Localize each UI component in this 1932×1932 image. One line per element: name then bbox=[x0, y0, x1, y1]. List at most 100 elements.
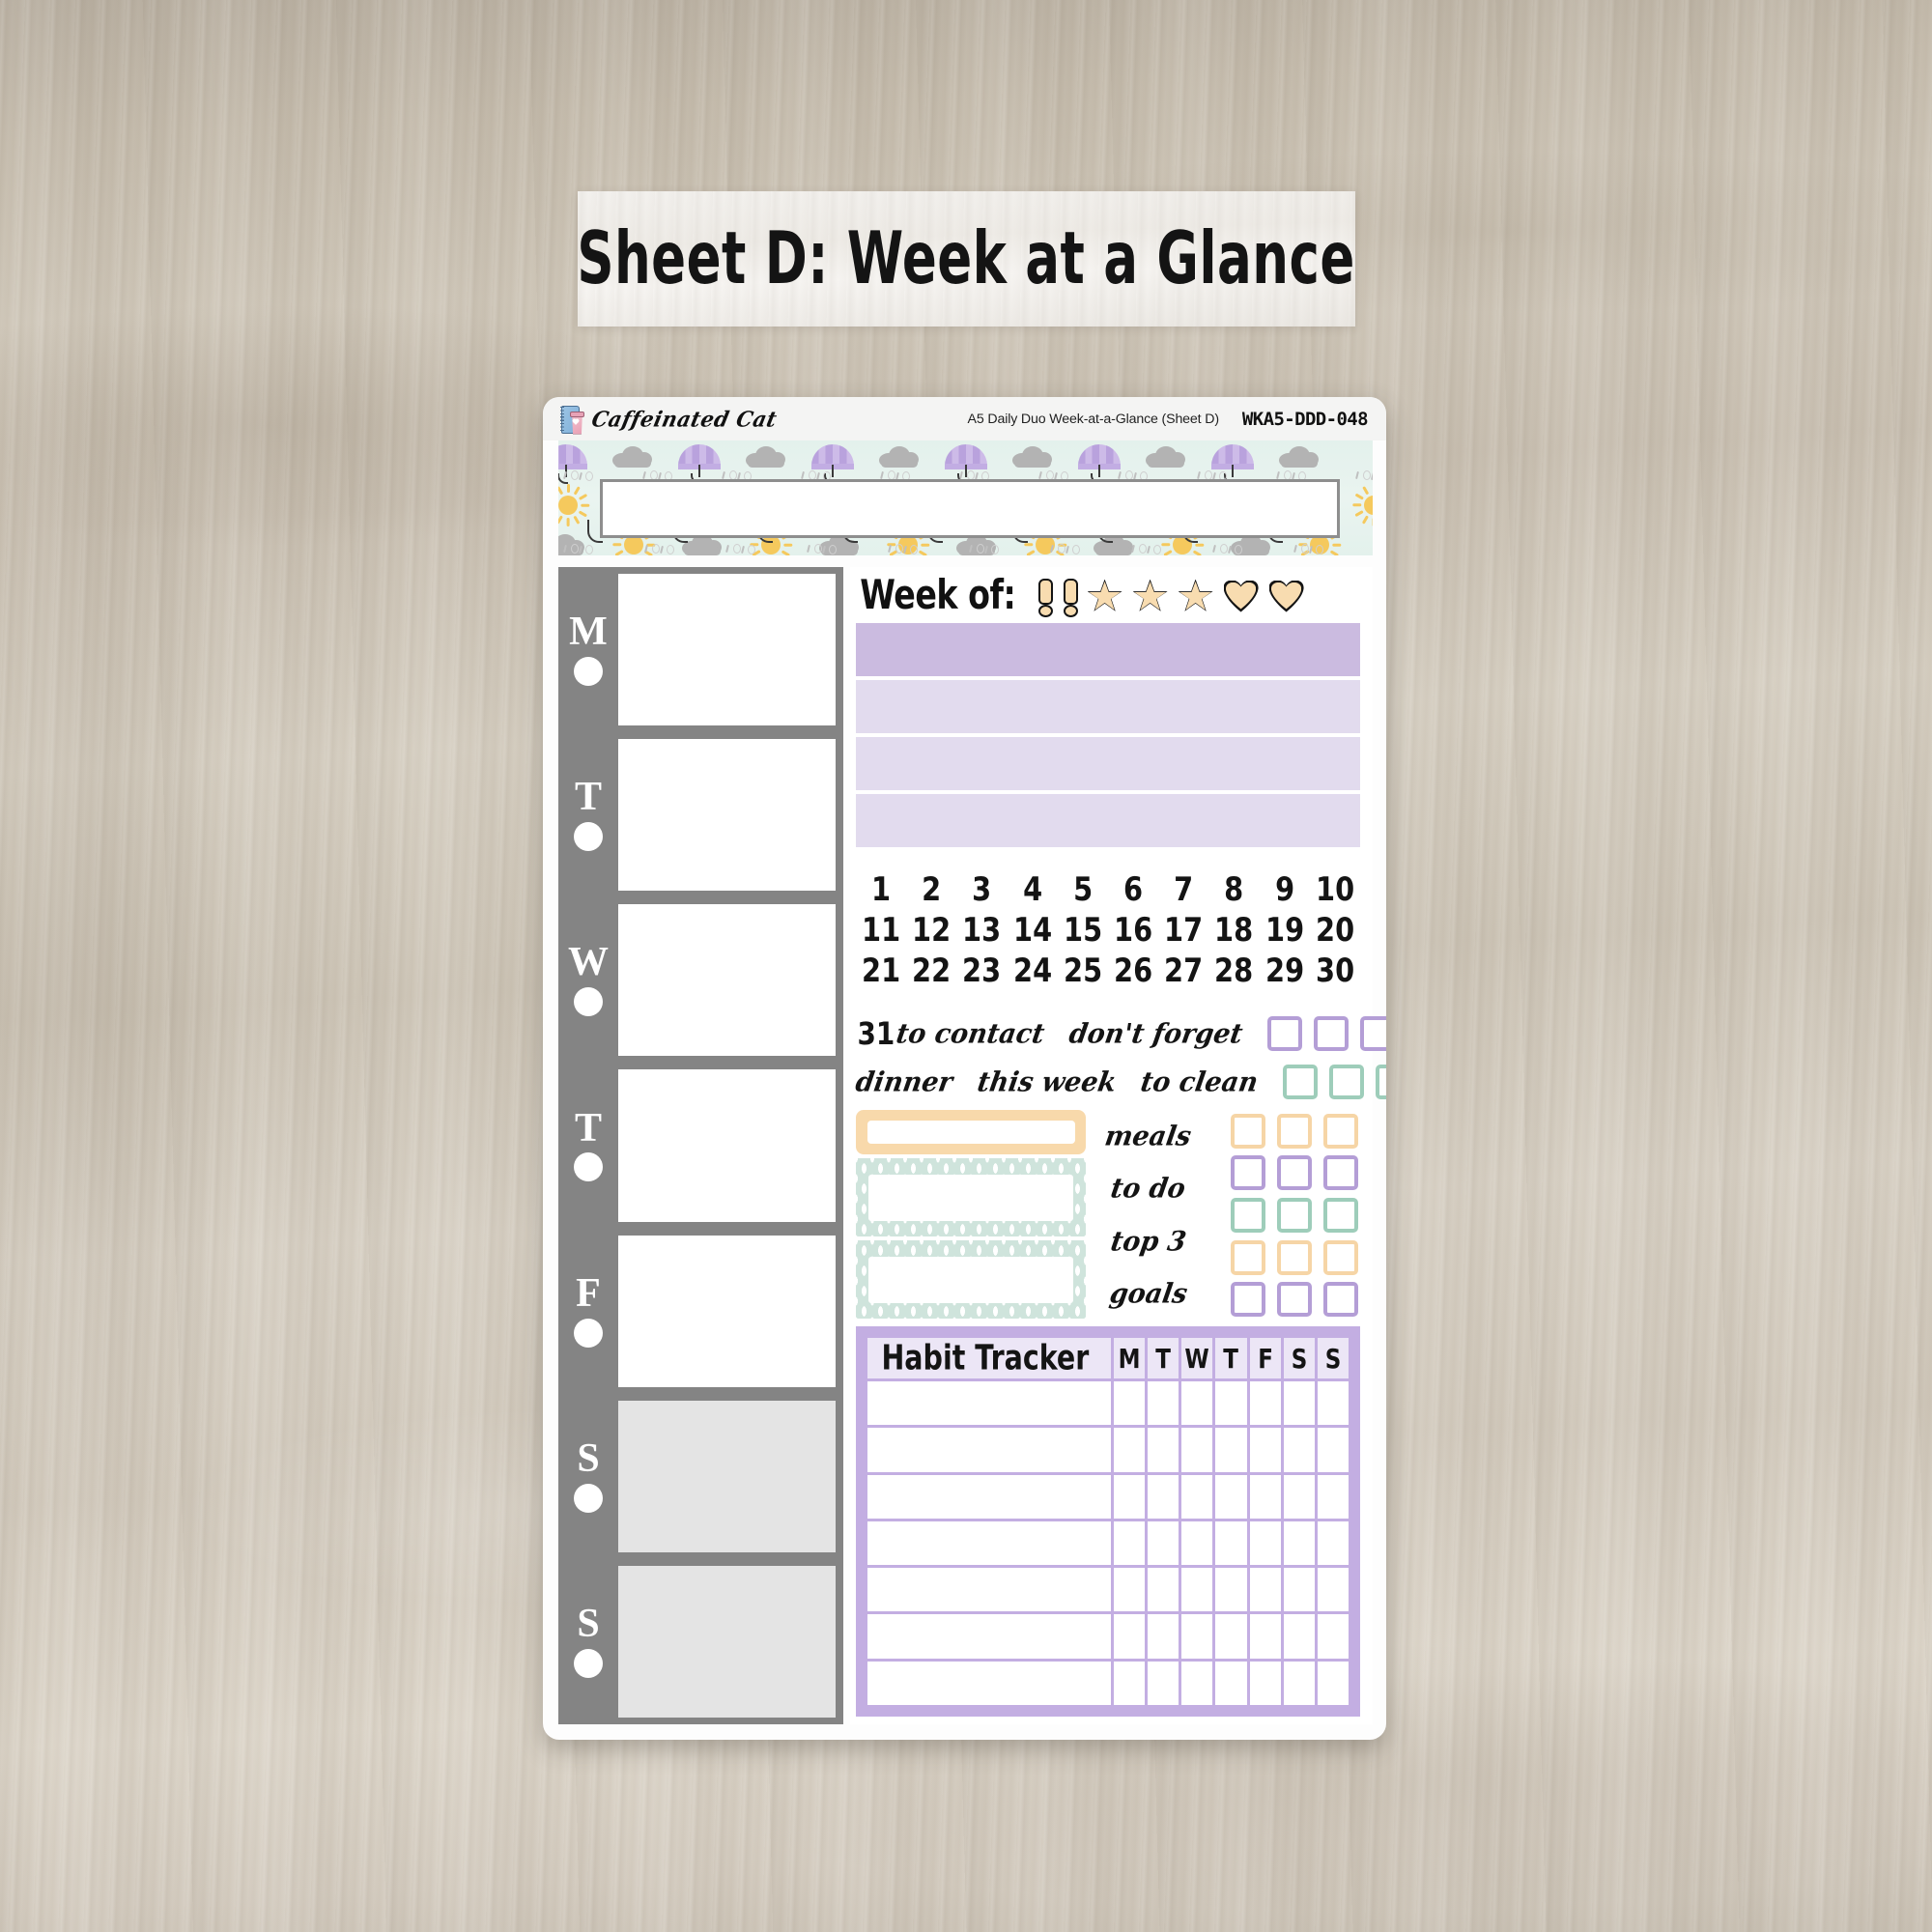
habit-name-cell[interactable] bbox=[867, 1661, 1111, 1705]
date-sticker[interactable]: 15 bbox=[1060, 912, 1107, 950]
text-label-sticker[interactable]: don't forget bbox=[1066, 1018, 1244, 1049]
heart-icon[interactable] bbox=[1269, 581, 1304, 612]
checkbox-sticker[interactable] bbox=[1231, 1282, 1265, 1318]
habit-check-cell[interactable] bbox=[1215, 1474, 1247, 1519]
checkbox-sticker[interactable] bbox=[1231, 1155, 1265, 1191]
date-sticker[interactable]: 22 bbox=[908, 952, 955, 990]
day-dot-sticker[interactable] bbox=[574, 987, 603, 1017]
habit-check-cell[interactable] bbox=[1215, 1428, 1247, 1472]
text-label-sticker[interactable]: goals bbox=[1107, 1279, 1189, 1310]
day-note-sticker[interactable] bbox=[618, 1565, 836, 1718]
habit-check-cell[interactable] bbox=[1148, 1614, 1179, 1659]
checkbox-sticker[interactable] bbox=[1231, 1197, 1265, 1233]
habit-check-cell[interactable] bbox=[1148, 1568, 1179, 1612]
checkbox-sticker[interactable] bbox=[1328, 1065, 1364, 1099]
checkbox-sticker[interactable] bbox=[1323, 1113, 1358, 1149]
date-sticker[interactable]: 14 bbox=[1009, 912, 1056, 950]
habit-check-cell[interactable] bbox=[1249, 1474, 1281, 1519]
star-icon[interactable] bbox=[1133, 580, 1168, 613]
week-of-bar-sticker[interactable] bbox=[856, 680, 1360, 733]
habit-name-cell[interactable] bbox=[867, 1428, 1111, 1472]
habit-name-cell[interactable] bbox=[867, 1520, 1111, 1566]
mint-note-sticker-2[interactable] bbox=[856, 1240, 1086, 1319]
text-label-sticker[interactable]: to do bbox=[1109, 1174, 1188, 1205]
date-sticker[interactable]: 1 bbox=[858, 871, 905, 909]
habit-check-cell[interactable] bbox=[1181, 1381, 1213, 1426]
date-sticker[interactable]: 18 bbox=[1210, 912, 1258, 950]
habit-check-cell[interactable] bbox=[1181, 1474, 1213, 1519]
date-sticker[interactable]: 20 bbox=[1312, 912, 1359, 950]
habit-check-cell[interactable] bbox=[1215, 1520, 1247, 1566]
day-note-sticker[interactable] bbox=[618, 1069, 836, 1222]
checkbox-sticker[interactable] bbox=[1323, 1197, 1358, 1233]
habit-check-cell[interactable] bbox=[1114, 1474, 1146, 1519]
date-sticker[interactable]: 13 bbox=[958, 912, 1006, 950]
habit-check-cell[interactable] bbox=[1181, 1614, 1213, 1659]
habit-check-cell[interactable] bbox=[1148, 1474, 1179, 1519]
mint-note-sticker-1[interactable] bbox=[856, 1158, 1086, 1236]
checkbox-sticker[interactable] bbox=[1277, 1239, 1312, 1275]
week-of-bar-sticker[interactable] bbox=[856, 737, 1360, 790]
date-sticker[interactable]: 17 bbox=[1160, 912, 1208, 950]
habit-check-cell[interactable] bbox=[1148, 1428, 1179, 1472]
habit-check-cell[interactable] bbox=[1249, 1381, 1281, 1426]
checkbox-sticker[interactable] bbox=[1359, 1016, 1386, 1051]
habit-check-cell[interactable] bbox=[1249, 1520, 1281, 1566]
habit-check-cell[interactable] bbox=[1148, 1661, 1179, 1705]
date-sticker[interactable]: 12 bbox=[908, 912, 955, 950]
date-sticker[interactable]: 7 bbox=[1160, 871, 1208, 909]
date-sticker[interactable]: 4 bbox=[1009, 871, 1056, 909]
habit-check-cell[interactable] bbox=[1317, 1381, 1349, 1426]
habit-name-cell[interactable] bbox=[867, 1381, 1111, 1426]
day-note-sticker[interactable] bbox=[618, 1235, 836, 1387]
habit-check-cell[interactable] bbox=[1215, 1568, 1247, 1612]
checkbox-sticker[interactable] bbox=[1277, 1113, 1312, 1149]
habit-check-cell[interactable] bbox=[1181, 1520, 1213, 1566]
habit-check-cell[interactable] bbox=[1114, 1661, 1146, 1705]
habit-check-cell[interactable] bbox=[1181, 1428, 1213, 1472]
habit-name-cell[interactable] bbox=[867, 1474, 1111, 1519]
habit-check-cell[interactable] bbox=[1283, 1661, 1315, 1705]
habit-check-cell[interactable] bbox=[1317, 1428, 1349, 1472]
date-sticker[interactable]: 10 bbox=[1312, 871, 1359, 909]
habit-check-cell[interactable] bbox=[1249, 1428, 1281, 1472]
habit-check-cell[interactable] bbox=[1317, 1474, 1349, 1519]
checkbox-sticker[interactable] bbox=[1313, 1016, 1349, 1051]
date-sticker[interactable]: 30 bbox=[1312, 952, 1359, 990]
text-label-sticker[interactable]: meals bbox=[1103, 1121, 1194, 1151]
habit-check-cell[interactable] bbox=[1148, 1520, 1179, 1566]
habit-check-cell[interactable] bbox=[1215, 1381, 1247, 1426]
habit-check-cell[interactable] bbox=[1283, 1381, 1315, 1426]
day-note-sticker[interactable] bbox=[618, 1400, 836, 1552]
habit-check-cell[interactable] bbox=[1114, 1520, 1146, 1566]
habit-check-cell[interactable] bbox=[1148, 1381, 1179, 1426]
day-dot-sticker[interactable] bbox=[574, 1483, 603, 1513]
habit-check-cell[interactable] bbox=[1249, 1661, 1281, 1705]
date-sticker[interactable]: 24 bbox=[1009, 952, 1056, 990]
habit-name-cell[interactable] bbox=[867, 1568, 1111, 1612]
exclamation-icon[interactable] bbox=[1037, 579, 1054, 617]
checkbox-sticker[interactable] bbox=[1375, 1065, 1386, 1099]
date-sticker-31[interactable]: 31 bbox=[857, 1015, 895, 1052]
star-icon[interactable] bbox=[1088, 580, 1122, 613]
checkbox-sticker[interactable] bbox=[1277, 1197, 1312, 1233]
text-label-sticker[interactable]: top 3 bbox=[1108, 1226, 1188, 1257]
date-sticker[interactable]: 25 bbox=[1060, 952, 1107, 990]
habit-check-cell[interactable] bbox=[1181, 1568, 1213, 1612]
habit-check-cell[interactable] bbox=[1283, 1614, 1315, 1659]
date-sticker[interactable]: 3 bbox=[958, 871, 1006, 909]
date-sticker[interactable]: 6 bbox=[1110, 871, 1157, 909]
habit-check-cell[interactable] bbox=[1249, 1614, 1281, 1659]
habit-check-cell[interactable] bbox=[1317, 1520, 1349, 1566]
day-dot-sticker[interactable] bbox=[574, 822, 603, 852]
date-sticker[interactable]: 26 bbox=[1110, 952, 1157, 990]
date-sticker[interactable]: 16 bbox=[1110, 912, 1157, 950]
habit-check-cell[interactable] bbox=[1317, 1614, 1349, 1659]
checkbox-sticker[interactable] bbox=[1231, 1113, 1265, 1149]
day-note-sticker[interactable] bbox=[618, 904, 836, 1057]
habit-check-cell[interactable] bbox=[1114, 1428, 1146, 1472]
header-label-sticker[interactable] bbox=[600, 479, 1340, 538]
checkbox-sticker[interactable] bbox=[1266, 1016, 1302, 1051]
date-sticker[interactable]: 8 bbox=[1210, 871, 1258, 909]
habit-check-cell[interactable] bbox=[1215, 1661, 1247, 1705]
